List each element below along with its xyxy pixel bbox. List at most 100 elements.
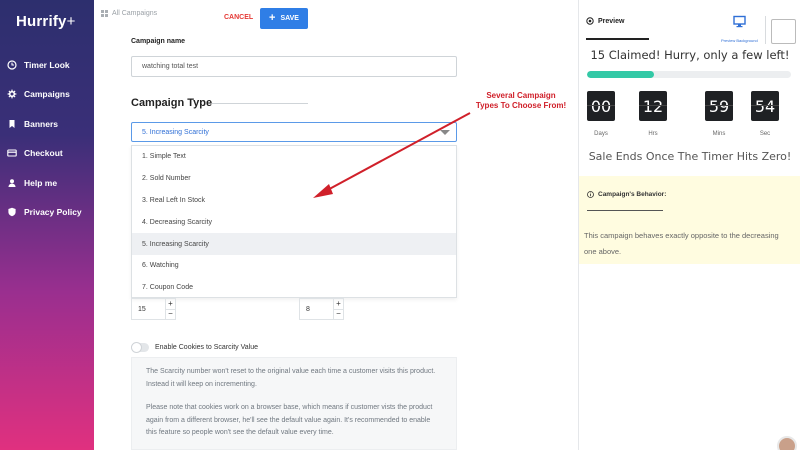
clock-icon: [7, 60, 17, 70]
cookie-toggle[interactable]: [131, 342, 149, 353]
annotation-line: Types To Choose From!: [475, 101, 567, 110]
dropdown-option[interactable]: 2. Sold Number: [132, 168, 456, 190]
annotation-callout: Several Campaign Types To Choose From!: [466, 91, 576, 111]
tab-preview[interactable]: Preview: [586, 17, 624, 25]
start-value-stepper: 15 + −: [131, 298, 176, 320]
timer-secs-tile: 54: [751, 91, 779, 121]
campaign-name-input[interactable]: watching total test: [131, 56, 457, 77]
grid-icon: [101, 10, 108, 17]
claimed-progress-bar: [587, 71, 791, 78]
timer-days-value: 00: [590, 96, 612, 116]
sidebar-item-campaigns[interactable]: Campaigns: [0, 84, 94, 104]
logo-suffix: +: [66, 13, 76, 30]
stepper-buttons: + −: [165, 298, 176, 320]
increment-button[interactable]: +: [334, 299, 343, 309]
toggle-knob: [131, 342, 142, 353]
sidebar-item-help-me[interactable]: Help me: [0, 173, 94, 193]
stepper-input[interactable]: 15: [131, 298, 165, 320]
behavior-title-label: Campaign's Behavior:: [598, 191, 667, 198]
timer-mins-tile: 59: [705, 91, 733, 121]
increment-value-stepper: 8 + −: [299, 298, 344, 320]
breadcrumb-label: All Campaigns: [112, 10, 158, 17]
bookmark-icon: [9, 120, 15, 128]
dropdown-option[interactable]: 4. Decreasing Scarcity: [132, 211, 456, 233]
behavior-text-line: one above.: [584, 247, 622, 256]
campaign-type-title: Campaign Type: [131, 97, 213, 109]
info-paragraph: Please note that cookies work on a brows…: [146, 404, 433, 436]
monitor-icon[interactable]: [733, 15, 746, 28]
decrement-button[interactable]: −: [166, 308, 175, 320]
credit-card-icon: [7, 149, 17, 157]
timer-hours-label: Hrs: [648, 131, 658, 137]
sidebar-item-label: Help me: [24, 178, 58, 188]
cookie-toggle-label: Enable Cookies to Scarcity Value: [155, 344, 258, 351]
timer-hours-tile: 12: [639, 91, 667, 121]
sidebar-item-label: Banners: [24, 119, 59, 129]
dropdown-option[interactable]: 1. Simple Text: [132, 146, 456, 168]
sidebar-item-checkout[interactable]: Checkout: [0, 143, 94, 163]
timer-days-tile: 00: [587, 91, 615, 121]
sidebar-item-label: Timer Look: [24, 60, 70, 70]
annotation-line: Several Campaign: [486, 91, 556, 100]
sidebar-item-timer-look[interactable]: Timer Look: [0, 55, 94, 75]
sidebar-item-label: Campaigns: [24, 89, 70, 99]
breadcrumb[interactable]: All Campaigns: [101, 10, 157, 17]
progress-fill: [587, 71, 655, 78]
preview-panel: Preview Preview Background 15 Claimed! H…: [578, 0, 800, 450]
timer-secs-value: 54: [754, 96, 776, 116]
cookie-toggle-row: Enable Cookies to Scarcity Value: [131, 342, 258, 353]
behavior-text-line: This campaign behaves exactly opposite t…: [584, 231, 779, 240]
campaign-behavior-box: Campaign's Behavior: This campaign behav…: [579, 176, 800, 264]
preview-background-label: Preview Background: [721, 38, 758, 43]
avatar[interactable]: [777, 436, 797, 450]
plus-icon: +: [269, 12, 276, 24]
info-icon: [587, 191, 594, 198]
save-button[interactable]: + SAVE: [260, 8, 308, 29]
cancel-button[interactable]: CANCEL: [224, 14, 253, 21]
timer-hours-value: 12: [642, 96, 664, 116]
sidebar-item-label: Checkout: [24, 148, 63, 158]
timer-mins-label: Mins: [712, 131, 726, 137]
divider: [765, 16, 766, 44]
dropdown-option[interactable]: 7. Coupon Code: [132, 277, 456, 299]
sidebar-item-privacy-policy[interactable]: Privacy Policy: [0, 202, 94, 222]
app-logo[interactable]: Hurrify+: [16, 13, 76, 30]
info-paragraph: The Scarcity number won't reset to the o…: [146, 368, 436, 388]
sidebar-item-banners[interactable]: Banners: [0, 114, 94, 134]
tab-preview-label: Preview: [598, 17, 625, 25]
top-bar: All Campaigns CANCEL + SAVE: [94, 0, 578, 30]
eye-icon: [586, 17, 594, 25]
behavior-text: This campaign behaves exactly opposite t…: [584, 228, 800, 260]
stepper-input[interactable]: 8: [299, 298, 333, 320]
campaign-name-label: Campaign name: [131, 38, 186, 45]
dropdown-option[interactable]: 6. Watching: [132, 255, 456, 277]
behavior-title: Campaign's Behavior:: [587, 191, 666, 198]
gear-icon: [7, 89, 17, 99]
logo-text: Hurrify: [16, 13, 67, 30]
caret-down-icon: [440, 130, 450, 135]
main-content: All Campaigns CANCEL + SAVE Campaign nam…: [94, 0, 578, 450]
claimed-text: 15 Claimed! Hurry, only a few left!: [590, 48, 790, 62]
user-icon: [8, 179, 16, 187]
stepper-buttons: + −: [333, 298, 344, 320]
sale-text: Sale Ends Once The Timer Hits Zero!: [588, 150, 792, 163]
sidebar: Hurrify+ Timer Look Campaigns Banners Ch…: [0, 0, 94, 450]
divider: [587, 210, 663, 211]
save-button-label: SAVE: [280, 15, 299, 22]
dropdown-option[interactable]: 3. Real Left In Stock: [132, 190, 456, 212]
info-box: The Scarcity number won't reset to the o…: [131, 357, 457, 450]
timer-secs-label: Sec: [759, 131, 771, 137]
background-color-swatch[interactable]: [771, 19, 796, 44]
sidebar-item-label: Privacy Policy: [24, 207, 82, 217]
tab-underline: [586, 38, 649, 40]
timer-mins-value: 59: [708, 96, 730, 116]
shield-icon: [8, 207, 16, 217]
decrement-button[interactable]: −: [334, 308, 343, 320]
divider: [212, 103, 308, 104]
timer-days-label: Days: [594, 131, 608, 137]
increment-button[interactable]: +: [166, 299, 175, 309]
campaign-type-select[interactable]: 5. Increasing Scarcity: [131, 122, 457, 142]
dropdown-option-selected[interactable]: 5. Increasing Scarcity: [132, 233, 456, 255]
campaign-type-selected: 5. Increasing Scarcity: [142, 128, 209, 136]
campaign-type-dropdown: 1. Simple Text 2. Sold Number 3. Real Le…: [131, 145, 457, 298]
